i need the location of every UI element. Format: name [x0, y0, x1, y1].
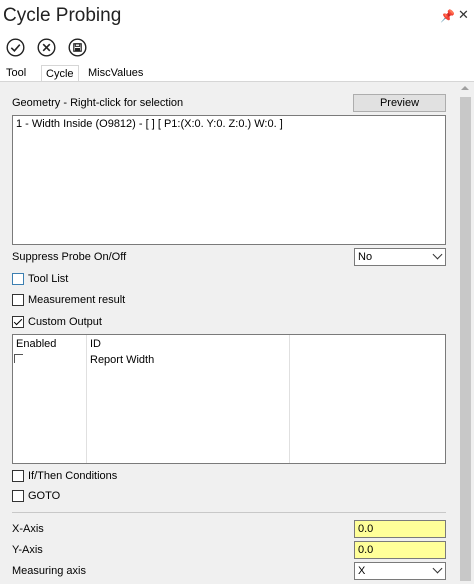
if-then-label: If/Then Conditions [28, 470, 118, 482]
x-axis-label: X-Axis [12, 523, 44, 535]
cycle-panel: Geometry - Right-click for selection Pre… [0, 82, 474, 584]
row-enabled-checkbox[interactable] [14, 354, 23, 363]
check-circle-icon [6, 38, 25, 57]
pin-icon[interactable]: 📌 [440, 9, 455, 23]
x-circle-icon [37, 38, 56, 57]
list-item[interactable]: 1 - Width Inside (O9812) - [ ] [ P1:(X:0… [16, 118, 283, 130]
tool-list-label: Tool List [28, 273, 69, 285]
goto-checkbox[interactable] [12, 490, 24, 502]
scroll-thumb[interactable] [460, 97, 471, 581]
preview-button[interactable]: Preview [353, 94, 446, 112]
chevron-down-icon [432, 249, 443, 260]
suppress-probe-select[interactable]: No [354, 248, 446, 266]
close-icon[interactable]: ✕ [458, 7, 469, 23]
y-axis-input[interactable]: 0.0 [354, 541, 446, 559]
window-title: Cycle Probing [3, 5, 122, 26]
section-divider [12, 512, 446, 513]
measuring-axis-select[interactable]: X [354, 562, 446, 580]
save-button[interactable] [68, 38, 87, 57]
ok-button[interactable] [6, 38, 25, 57]
chevron-down-icon [432, 563, 443, 574]
tab-miscvalues[interactable]: MiscValues [84, 65, 147, 82]
measurement-result-checkbox[interactable] [12, 294, 24, 306]
measuring-axis-label: Measuring axis [12, 565, 86, 577]
measuring-axis-value: X [358, 565, 366, 577]
save-circle-icon [68, 38, 87, 57]
check-icon [13, 316, 23, 326]
column-header-enabled: Enabled [16, 338, 57, 350]
row-id: Report Width [90, 354, 155, 366]
suppress-probe-value: No [358, 251, 373, 263]
custom-output-table[interactable]: Enabled ID Report Width [12, 334, 446, 464]
goto-label: GOTO [28, 490, 61, 502]
vertical-scrollbar[interactable] [457, 82, 474, 584]
geometry-label: Geometry - Right-click for selection [12, 97, 184, 109]
table-row[interactable]: Report Width [13, 353, 445, 369]
scroll-up-icon[interactable] [461, 86, 469, 90]
tab-strip: Tool Cycle MiscValues [0, 65, 474, 83]
if-then-checkbox[interactable] [12, 470, 24, 482]
column-header-id: ID [90, 338, 101, 350]
geometry-list[interactable]: 1 - Width Inside (O9812) - [ ] [ P1:(X:0… [12, 115, 446, 245]
x-axis-input[interactable]: 0.0 [354, 520, 446, 538]
custom-output-checkbox[interactable] [12, 316, 24, 328]
cancel-button[interactable] [37, 38, 56, 57]
suppress-probe-label: Suppress Probe On/Off [12, 251, 127, 263]
y-axis-label: Y-Axis [12, 544, 43, 556]
measurement-result-label: Measurement result [28, 294, 126, 306]
tab-tool[interactable]: Tool [2, 65, 30, 82]
custom-output-label: Custom Output [28, 316, 102, 328]
title-bar: Cycle Probing 📌 ✕ [0, 0, 474, 32]
tool-list-checkbox[interactable] [12, 273, 24, 285]
